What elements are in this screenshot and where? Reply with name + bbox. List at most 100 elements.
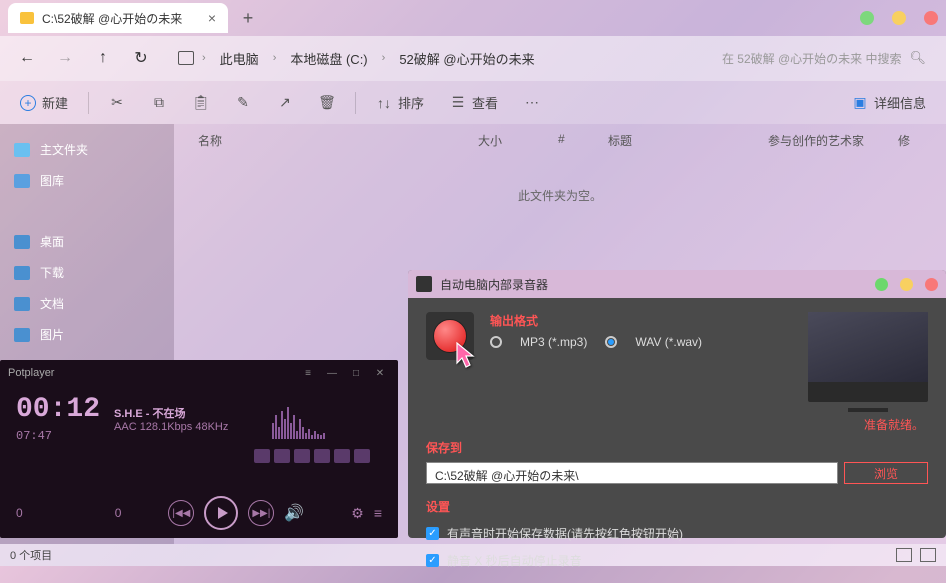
home-icon	[14, 143, 30, 157]
search-box[interactable]: 在 52破解 @心开始の未来 中搜索 🔍︎	[712, 50, 936, 67]
next-button[interactable]: ▶▶|	[248, 500, 274, 526]
active-tab[interactable]: C:\52破解 @心开始の未来 ×	[8, 3, 228, 33]
up-button[interactable]: ↑	[86, 41, 120, 75]
recorder-titlebar[interactable]: 自动电脑内部录音器	[408, 270, 946, 298]
sort-label: 排序	[398, 93, 424, 112]
path-root[interactable]: 此电脑	[214, 45, 265, 72]
details-button[interactable]: ▣详细信息	[842, 87, 936, 118]
menu-icon[interactable]: ≡	[374, 505, 382, 522]
right-number: 0	[115, 506, 122, 520]
cut-button[interactable]: ✂	[99, 89, 135, 117]
documents-icon	[14, 297, 30, 311]
pp-icon-2[interactable]	[274, 449, 290, 463]
play-button[interactable]	[204, 496, 238, 530]
potplayer-titlebar[interactable]: Potplayer ≡ — □ ✕	[0, 360, 398, 386]
col-mod[interactable]: 修	[890, 132, 918, 149]
left-number: 0	[16, 506, 23, 520]
save-path-input[interactable]: C:\52破解 @心开始の未来\	[426, 462, 838, 484]
item-count: 0 个项目	[10, 547, 52, 563]
paste-icon: 📋︎	[193, 95, 209, 111]
pc-icon	[178, 51, 194, 65]
pp-icon-5[interactable]	[334, 449, 350, 463]
rec-min-button[interactable]	[875, 278, 888, 291]
share-icon: ↗	[277, 95, 293, 111]
pp-extra-icons	[16, 449, 382, 463]
col-number[interactable]: #	[550, 132, 600, 149]
potplayer-window: Potplayer ≡ — □ ✕ 00:12 07:47 S.H.E - 不在…	[0, 360, 398, 538]
record-button[interactable]	[426, 312, 474, 360]
share-button[interactable]: ↗	[267, 89, 303, 117]
col-artists[interactable]: 参与创作的艺术家	[760, 132, 890, 149]
col-title[interactable]: 标题	[600, 132, 760, 149]
sidebar-label: 图片	[40, 326, 64, 343]
sort-button[interactable]: ↑↓ 排序	[366, 87, 434, 118]
sidebar-item-desktop[interactable]: 桌面	[0, 226, 174, 257]
browse-button[interactable]: 浏览	[844, 462, 928, 484]
pictures-icon	[14, 328, 30, 342]
volume-icon[interactable]: 🔊	[284, 503, 304, 523]
gallery-icon	[14, 174, 30, 188]
col-name[interactable]: 名称	[190, 132, 470, 149]
view-label: 查看	[472, 93, 498, 112]
copy-button[interactable]: ⧉	[141, 89, 177, 117]
scissors-icon: ✂	[109, 95, 125, 111]
format-label: 输出格式	[490, 312, 792, 329]
sidebar-label: 主文件夹	[40, 141, 88, 158]
pp-close-button[interactable]: ✕	[370, 365, 390, 381]
refresh-button[interactable]: ↻	[124, 41, 158, 75]
view-icon: ☰	[450, 95, 466, 111]
pp-min-button[interactable]: —	[322, 365, 342, 381]
view-button[interactable]: ☰ 查看	[440, 87, 508, 118]
rec-max-button[interactable]	[900, 278, 913, 291]
sidebar-label: 文档	[40, 295, 64, 312]
forward-button[interactable]: →	[48, 41, 82, 75]
close-tab-button[interactable]: ×	[208, 10, 216, 26]
codec-info: AAC 128.1Kbps 48KHz	[114, 421, 228, 433]
sidebar-item-pictures[interactable]: 图片	[0, 319, 174, 350]
sidebar-item-documents[interactable]: 文档	[0, 288, 174, 319]
pp-icon-6[interactable]	[354, 449, 370, 463]
pp-menu-button[interactable]: ≡	[298, 365, 318, 381]
desktop-icon	[14, 235, 30, 249]
sidebar-label: 下载	[40, 264, 64, 281]
sidebar-item-gallery[interactable]: 图库	[0, 165, 174, 196]
rec-close-button[interactable]	[925, 278, 938, 291]
new-button[interactable]: + 新建	[10, 87, 78, 118]
titlebar: C:\52破解 @心开始の未来 × +	[0, 0, 946, 36]
pp-icon-3[interactable]	[294, 449, 310, 463]
minimize-button[interactable]	[860, 11, 874, 25]
path-drive[interactable]: 本地磁盘 (C:)	[284, 45, 373, 72]
paste-button[interactable]: 📋︎	[183, 89, 219, 117]
trash-icon: 🗑︎	[319, 95, 335, 111]
col-size[interactable]: 大小	[470, 132, 550, 149]
sidebar-item-downloads[interactable]: 下载	[0, 257, 174, 288]
mp3-radio[interactable]	[490, 336, 502, 348]
folder-icon	[20, 12, 34, 24]
downloads-icon	[14, 266, 30, 280]
sidebar-label: 桌面	[40, 233, 64, 250]
rename-button[interactable]: ✎	[225, 89, 261, 117]
new-tab-button[interactable]: +	[234, 4, 262, 32]
wav-radio[interactable]	[605, 336, 617, 348]
pp-max-button[interactable]: □	[346, 365, 366, 381]
sort-icon: ↑↓	[376, 95, 392, 111]
plus-icon: +	[20, 95, 36, 111]
maximize-button[interactable]	[892, 11, 906, 25]
details-label: 详细信息	[874, 93, 926, 112]
new-label: 新建	[42, 93, 68, 112]
path-folder[interactable]: 52破解 @心开始の未来	[393, 45, 540, 72]
opt2-checkbox[interactable]: ✓	[426, 554, 439, 567]
recorder-window: 自动电脑内部录音器 输出格式 MP3 (*.mp3) WAV (*.wav)	[408, 270, 946, 538]
gear-icon[interactable]: ⚙	[351, 505, 364, 522]
pp-icon-1[interactable]	[254, 449, 270, 463]
sidebar-item-home[interactable]: 主文件夹	[0, 134, 174, 165]
pp-icon-4[interactable]	[314, 449, 330, 463]
close-button[interactable]	[924, 11, 938, 25]
back-button[interactable]: ←	[10, 41, 44, 75]
prev-button[interactable]: |◀◀	[168, 500, 194, 526]
more-button[interactable]: ⋯	[514, 89, 550, 117]
track-title: S.H.E - 不在场	[114, 405, 228, 421]
delete-button[interactable]: 🗑︎	[309, 89, 345, 117]
opt1-label: 有声音时开始保存数据(请先按红色按钮开始)	[447, 525, 683, 542]
opt1-checkbox[interactable]: ✓	[426, 527, 439, 540]
